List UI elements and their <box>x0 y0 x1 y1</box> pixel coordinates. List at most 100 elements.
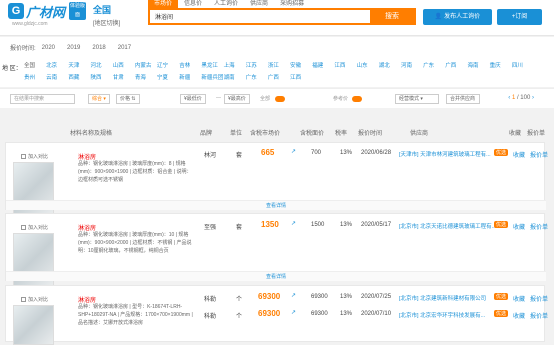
region-option[interactable]: 河南 <box>401 61 423 69</box>
region-option[interactable]: 甘肃 <box>113 73 135 81</box>
year-option[interactable]: 2017 <box>118 45 131 51</box>
col-name: 材料名称及规格 <box>70 131 113 137</box>
subscribe-button[interactable]: +订阅 <box>497 9 542 25</box>
quote-sheet-button[interactable]: 报价单 <box>530 150 548 159</box>
tab-supplier[interactable]: 供应商 <box>244 0 274 8</box>
mode-select[interactable]: 经营模式 ▾ <box>395 94 439 104</box>
region-option[interactable]: 宁夏 <box>157 73 179 81</box>
region-option[interactable]: 黑龙江 <box>201 61 223 69</box>
year-filter-row: 报价时间: 2020 2019 2018 2017 <box>10 43 143 53</box>
region-option[interactable]: 河北 <box>91 61 113 69</box>
region-option[interactable]: 陕西 <box>91 73 113 81</box>
quote-sheet-button[interactable]: 报价单 <box>530 311 548 320</box>
add-compare-checkbox[interactable]: 加入对比 <box>21 224 48 231</box>
publish-inquiry-button[interactable]: 👤 发布人工询价 <box>423 9 492 25</box>
all-toggle[interactable] <box>275 96 285 102</box>
product-thumbnail[interactable] <box>13 305 54 345</box>
year-option[interactable]: 2020 <box>42 45 55 51</box>
region-option[interactable]: 山西 <box>113 61 135 69</box>
region-option[interactable]: 天津 <box>68 61 90 69</box>
search-box: 搜索 <box>148 8 416 25</box>
favorite-button[interactable]: 收藏 <box>513 150 525 159</box>
max-price-label: 最高价 <box>230 96 246 102</box>
product-brand: 林河 <box>204 153 217 159</box>
favorite-button[interactable]: 收藏 <box>513 311 525 320</box>
supplier-link[interactable]: [天津市] 天津市林河建筑玻璃工程有... <box>399 150 491 158</box>
region-option[interactable]: 新疆 <box>179 73 201 81</box>
trend-icon[interactable]: ↗ <box>291 292 296 299</box>
min-price-input[interactable]: ¥最低价 <box>180 94 206 104</box>
user-icon: 👤 <box>434 14 445 20</box>
region-option[interactable]: 青海 <box>135 73 157 81</box>
region-option[interactable]: 江西 <box>290 73 312 81</box>
tab-manual-inquiry[interactable]: 人工询价 <box>208 0 244 8</box>
region-option[interactable]: 广西 <box>445 61 467 69</box>
merge-supplier-button[interactable]: 合并供应商 <box>446 94 480 104</box>
site-logo[interactable]: G 广材网 www.gldzjc.com 体验版面 <box>8 2 90 32</box>
product-tax: 13% <box>340 294 353 300</box>
region-option[interactable]: 贵州 <box>24 73 46 81</box>
region-option[interactable]: 重庆 <box>490 61 512 69</box>
next-page-icon[interactable]: › <box>530 95 534 101</box>
ref-toggle[interactable] <box>352 96 362 102</box>
region-option[interactable]: 江苏 <box>246 61 268 69</box>
product-date: 2020/06/28 <box>361 150 392 156</box>
search-input[interactable] <box>150 10 370 23</box>
price-sort[interactable]: 价格 ⇅ <box>116 94 140 104</box>
trend-icon[interactable]: ↗ <box>291 220 296 227</box>
view-details-link[interactable]: 查看详情 <box>6 271 546 281</box>
region-option[interactable]: 四川 <box>512 61 534 69</box>
year-option[interactable]: 2019 <box>67 45 80 51</box>
tab-market-price[interactable]: 市场价 <box>148 0 179 8</box>
region-option[interactable]: 海南 <box>467 61 489 69</box>
region-option[interactable]: 西藏 <box>68 73 90 81</box>
supplier-link[interactable]: [北京市] 北京建筑新科建材有限公司 <box>399 294 486 302</box>
price-separator: — <box>216 95 221 101</box>
region-option[interactable]: 全国 <box>24 61 46 69</box>
product-tax: 13% <box>340 150 353 156</box>
region-option[interactable]: 江西 <box>334 61 356 69</box>
quote-sheet-button[interactable]: 报价单 <box>530 222 548 231</box>
product-price: 1350 <box>261 220 279 229</box>
region-option[interactable]: 新疆兵团 <box>201 73 223 81</box>
region-option[interactable]: 湖北 <box>379 61 401 69</box>
tab-procurement[interactable]: 采购招募 <box>274 0 310 8</box>
sort-select[interactable]: 综合 ▾ <box>88 94 110 104</box>
sort-label: 综合 <box>92 96 103 102</box>
region-option[interactable]: 内蒙古 <box>135 61 157 69</box>
max-price-input[interactable]: ¥最高价 <box>224 94 250 104</box>
region-switch-link[interactable]: [地区切换] <box>93 18 120 27</box>
logo-name: 广材网 <box>26 5 66 20</box>
tab-info-price[interactable]: 信息价 <box>178 0 208 8</box>
favorite-button[interactable]: 收藏 <box>513 222 525 231</box>
region-option[interactable]: 上海 <box>224 61 246 69</box>
region-option[interactable]: 广东 <box>246 73 268 81</box>
region-option[interactable]: 浙江 <box>268 61 290 69</box>
region-option[interactable]: 湖南 <box>224 73 246 81</box>
region-option[interactable]: 辽宁 <box>157 61 179 69</box>
region-option[interactable]: 福建 <box>312 61 334 69</box>
region-option[interactable]: 山东 <box>357 61 379 69</box>
region-selector[interactable]: 全国 [地区切换] <box>93 3 120 27</box>
region-option[interactable]: 广东 <box>423 61 445 69</box>
preferred-badge: 优选 <box>494 293 509 300</box>
trend-icon[interactable]: ↗ <box>291 148 296 155</box>
year-option[interactable]: 2018 <box>92 45 105 51</box>
view-details-link[interactable]: 查看详情 <box>6 200 546 210</box>
region-option[interactable]: 云南 <box>46 73 68 81</box>
region-option[interactable]: 广西 <box>268 73 290 81</box>
quote-sheet-button[interactable]: 报价单 <box>530 294 548 303</box>
region-option[interactable]: 吉林 <box>179 61 201 69</box>
search-button[interactable]: 搜索 <box>370 10 414 23</box>
product-face-price: 69300 <box>311 294 328 300</box>
trend-icon[interactable]: ↗ <box>291 309 296 316</box>
region-name: 全国 <box>93 5 112 15</box>
add-compare-checkbox[interactable]: 加入对比 <box>21 153 48 160</box>
add-compare-checkbox[interactable]: 加入对比 <box>21 296 48 303</box>
supplier-link[interactable]: [北京市] 北京宏华环宇科技发展有... <box>399 311 485 319</box>
favorite-button[interactable]: 收藏 <box>513 294 525 303</box>
result-search-input[interactable]: 在结果中搜索 <box>10 94 75 104</box>
region-option[interactable]: 安徽 <box>290 61 312 69</box>
region-option[interactable]: 北京 <box>46 61 68 69</box>
supplier-link[interactable]: [北京市] 北京天诺比德建筑玻璃工程有... <box>399 222 496 230</box>
